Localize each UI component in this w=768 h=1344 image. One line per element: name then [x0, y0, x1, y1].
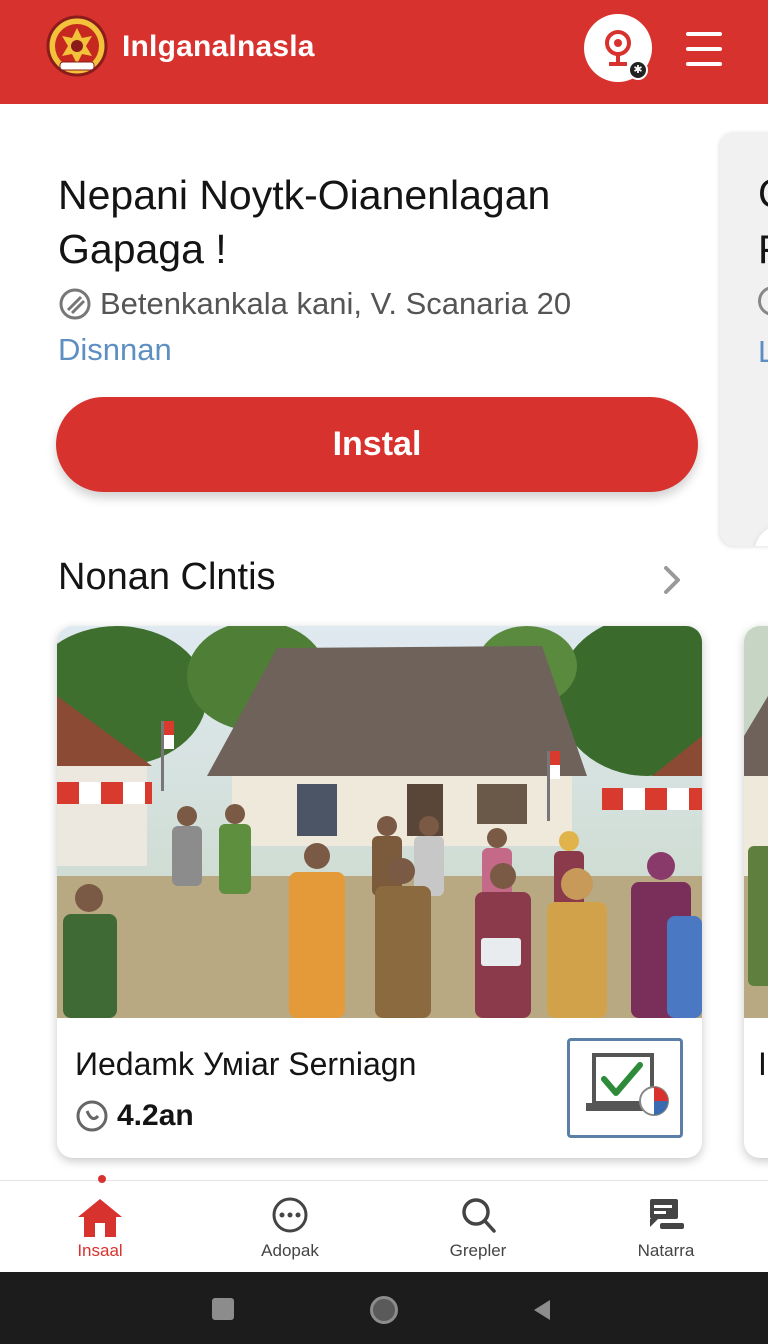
news-title: Иedamk Уміar Serniagn [75, 1046, 417, 1082]
news-stat: 4.2an [75, 1096, 194, 1136]
home-system-icon[interactable] [370, 1296, 398, 1324]
home-icon [78, 1199, 122, 1237]
section-title: Nonan Clntis [58, 556, 276, 598]
search-icon [462, 1198, 496, 1233]
peek-news-title: I [758, 1046, 767, 1082]
app-header: Inlganalnasla ✱ [0, 0, 768, 104]
recent-apps-icon[interactable] [212, 1298, 234, 1320]
featured-meta: Betenkankala kani, V. Scanaria 20 [58, 284, 571, 324]
active-indicator [98, 1175, 106, 1183]
edit-circle-icon [758, 286, 768, 316]
nav-label: Adopak [261, 1241, 319, 1260]
nav-item-natarra[interactable]: Natarra [570, 1181, 762, 1273]
next-news-card[interactable]: I [744, 626, 768, 1158]
peek-button[interactable] [754, 524, 768, 546]
app-title: Inlganalnasla [122, 30, 315, 63]
peek-title: F [758, 228, 768, 273]
clock-icon [76, 1100, 108, 1132]
system-navigation-bar [0, 1272, 768, 1344]
garuda-emblem-icon[interactable] [46, 14, 108, 78]
peek-title: C [758, 172, 768, 217]
next-featured-card[interactable]: C F L [720, 132, 768, 546]
bottom-navigation: Insaal Adopak Grepler Natarra [0, 1175, 768, 1273]
edit-circle-icon [59, 288, 91, 320]
news-photo [744, 626, 768, 1018]
more-circle-icon [272, 1197, 308, 1233]
nav-label: Natarra [637, 1241, 695, 1260]
settings-badge-icon: ✱ [628, 60, 648, 80]
chat-icon [650, 1199, 684, 1229]
hamburger-menu-icon[interactable] [684, 30, 724, 68]
chevron-right-icon[interactable] [658, 562, 686, 598]
featured-link[interactable]: Disnnan [58, 332, 172, 368]
laptop-check-icon[interactable] [567, 1038, 683, 1138]
nav-item-home[interactable]: Insaal [4, 1175, 196, 1273]
featured-title: Nepani Νoytk-Oianenlagan Gapaga ! [58, 168, 678, 276]
location-pin-button[interactable]: ✱ [584, 14, 652, 82]
news-stat-text: 4.2an [117, 1099, 194, 1132]
peek-link[interactable]: L [758, 334, 768, 370]
nav-label: Grepler [449, 1241, 507, 1260]
news-card[interactable]: Иedamk Уміar Serniagn 4.2an [57, 626, 702, 1158]
back-icon[interactable] [532, 1298, 552, 1322]
featured-meta-text: Betenkankala kani, V. Scanaria 20 [100, 286, 572, 321]
nav-item-adopak[interactable]: Adopak [194, 1181, 386, 1273]
nav-item-grepler[interactable]: Grepler [382, 1181, 574, 1273]
featured-title-line: Gapaga ! [58, 226, 227, 272]
install-button[interactable]: Instal [56, 397, 698, 492]
featured-title-line: Nepani Νoytk-Oianenlagan [58, 172, 551, 218]
news-photo [57, 626, 702, 1018]
nav-label: Insaal [77, 1241, 123, 1260]
